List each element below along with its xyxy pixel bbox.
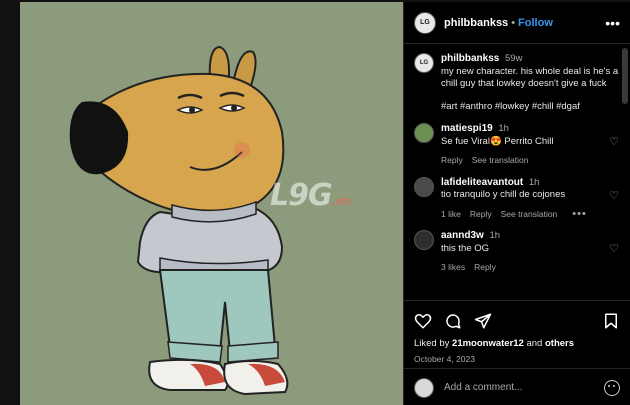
likes-summary[interactable]: Liked by 21moonwater12 and others [414,338,620,349]
caption-text: my new character. his whole deal is he's… [441,65,619,90]
heart-icon[interactable]: ♡ [608,123,620,167]
caption-time: 59w [505,53,523,64]
scrollbar[interactable] [622,48,628,104]
comment-text: this the OG [441,242,490,254]
list-item: aannd3w 1h this the OG 3 likes Reply ♡ [414,230,620,274]
reply-button[interactable]: Reply [470,208,492,221]
post-date: October 4, 2023 [414,354,475,364]
avatar[interactable] [414,176,434,197]
comment-icon[interactable] [444,312,462,330]
post-author-username[interactable]: philbbankss [444,17,508,29]
more-dots-icon[interactable]: ••• [572,208,587,219]
comment-text: tio tranquilo y chill de cojones [441,189,566,200]
see-translation-link[interactable]: See translation [472,154,529,167]
separator-dot: • [511,16,516,29]
list-item: lafideliteavantout 1h tio tranquilo y ch… [414,176,620,221]
likes-prefix: Liked by [414,338,453,349]
reply-button[interactable]: Reply [441,154,463,167]
post-actions: Liked by 21moonwater12 and others Octobe… [404,300,630,364]
watermark-suffix: .vn [331,194,351,208]
avatar [414,377,434,398]
comment-likes[interactable]: 1 like [441,208,461,221]
caption: LG philbbankss 59w my new character. his… [414,53,620,113]
caption-username[interactable]: philbbankss [441,53,499,64]
see-translation-link[interactable]: See translation [501,208,558,221]
add-comment-bar [404,368,630,405]
comment-text: Se fue Viral😍 Perrito Chill [441,135,554,147]
comment-username[interactable]: matiespi19 [441,123,493,134]
likes-others[interactable]: others [545,338,574,349]
comments-scroll-area[interactable]: LG philbbankss 59w my new character. his… [404,45,630,300]
heart-icon[interactable] [414,312,432,330]
liked-by-user[interactable]: 21moonwater12 [452,338,524,349]
reply-button[interactable]: Reply [474,261,496,274]
share-icon[interactable] [474,312,492,330]
list-item: matiespi19 1h Se fue Viral😍 Perrito Chil… [414,123,620,167]
caption-hashtags[interactable]: #art #anthro #lowkey #chill #dgaf [441,101,620,114]
avatar[interactable]: LG [414,11,436,34]
post-header: LG philbbankss • Follow ••• [404,2,630,44]
comment-username[interactable]: lafideliteavantout [441,177,523,188]
comment-time: 1h [528,176,540,188]
emoji-icon[interactable] [604,379,620,396]
comment-time: 1h [498,123,509,134]
comment-username[interactable]: aannd3w [441,230,484,241]
watermark-logo: L9G.vn [270,178,351,213]
post-side-panel: LG philbbankss • Follow ••• LG philbbank… [403,2,630,405]
avatar[interactable]: LG [414,53,434,73]
watermark-main: L9G [270,178,333,213]
follow-button[interactable]: Follow [518,17,553,29]
avatar[interactable] [414,123,434,143]
comment-time: 1h [489,230,501,241]
heart-icon[interactable]: ♡ [608,230,620,274]
avatar[interactable] [414,230,434,250]
comment-input[interactable] [444,382,594,393]
heart-icon[interactable]: ♡ [608,177,620,221]
instagram-post-frame: L9G.vn LG philbbankss • Follow ••• LG ph… [0,0,630,405]
bookmark-icon[interactable] [602,312,620,330]
likes-middle: and [523,338,545,349]
comment-likes[interactable]: 3 likes [441,261,465,274]
more-dots-icon[interactable]: ••• [605,16,620,30]
